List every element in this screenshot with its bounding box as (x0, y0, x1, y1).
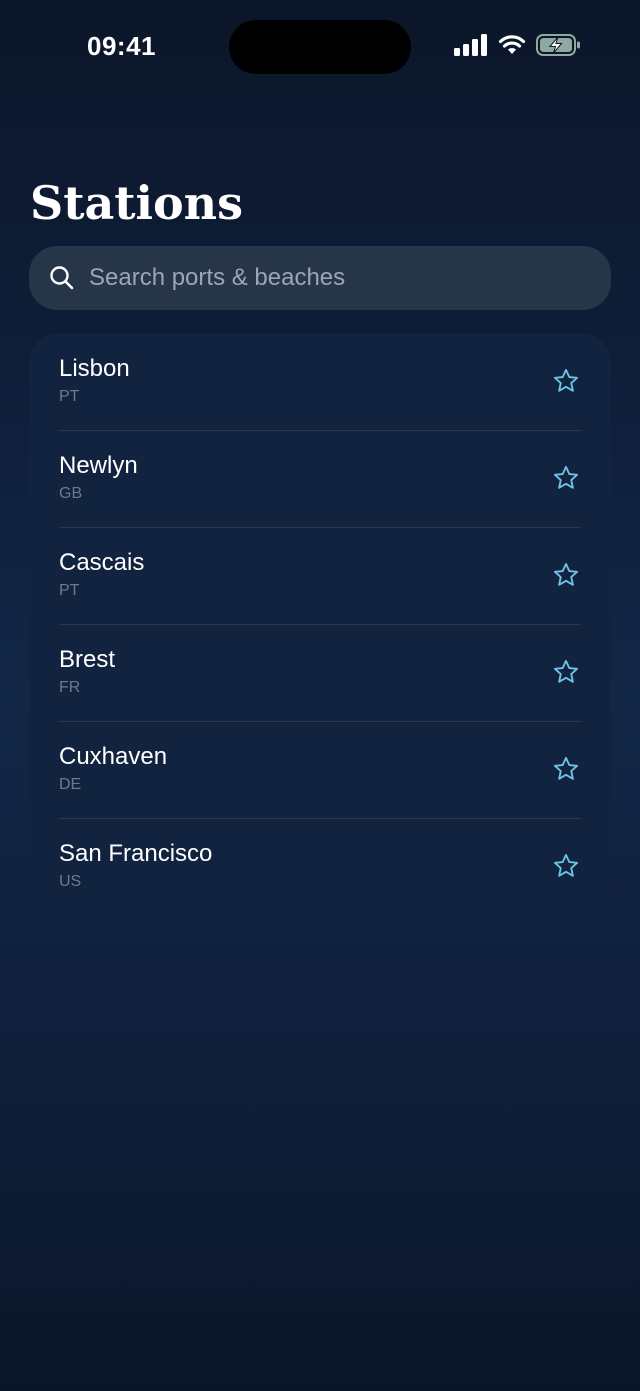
station-name: Brest (59, 646, 116, 673)
wifi-icon (498, 34, 526, 61)
station-country-code: PT (59, 582, 80, 599)
search-icon (49, 265, 75, 291)
station-list: Lisbon PT Newlyn GB Cascais PT Brest FR … (29, 333, 611, 915)
search-input[interactable] (87, 263, 571, 293)
favorite-star-icon[interactable] (551, 366, 581, 396)
station-country-code: FR (59, 679, 81, 696)
station-name: Lisbon (59, 355, 130, 382)
favorite-star-icon[interactable] (551, 754, 581, 784)
station-country-code: US (59, 873, 82, 890)
dynamic-island (229, 20, 411, 74)
page-title: Stations (30, 176, 244, 230)
status-icons (454, 34, 582, 61)
station-row-san-francisco[interactable]: San Francisco US (29, 818, 611, 915)
station-country-code: DE (59, 776, 82, 793)
favorite-star-icon[interactable] (551, 463, 581, 493)
station-name: Newlyn (59, 452, 138, 479)
search-bar[interactable] (29, 246, 611, 310)
station-country-code: GB (59, 485, 83, 502)
battery-charging-icon (536, 34, 582, 61)
station-name: San Francisco (59, 840, 213, 867)
station-row-cascais[interactable]: Cascais PT (29, 527, 611, 624)
cellular-signal-icon (454, 34, 488, 61)
station-row-brest[interactable]: Brest FR (29, 624, 611, 721)
station-row-lisbon[interactable]: Lisbon PT (29, 333, 611, 430)
station-name: Cuxhaven (59, 743, 168, 770)
status-time: 09:41 (87, 31, 156, 61)
favorite-star-icon[interactable] (551, 851, 581, 881)
station-country-code: PT (59, 388, 80, 405)
station-name: Cascais (59, 549, 145, 576)
station-row-newlyn[interactable]: Newlyn GB (29, 430, 611, 527)
status-bar: 09:41 (0, 0, 640, 94)
favorite-star-icon[interactable] (551, 560, 581, 590)
favorite-star-icon[interactable] (551, 657, 581, 687)
station-row-cuxhaven[interactable]: Cuxhaven DE (29, 721, 611, 818)
